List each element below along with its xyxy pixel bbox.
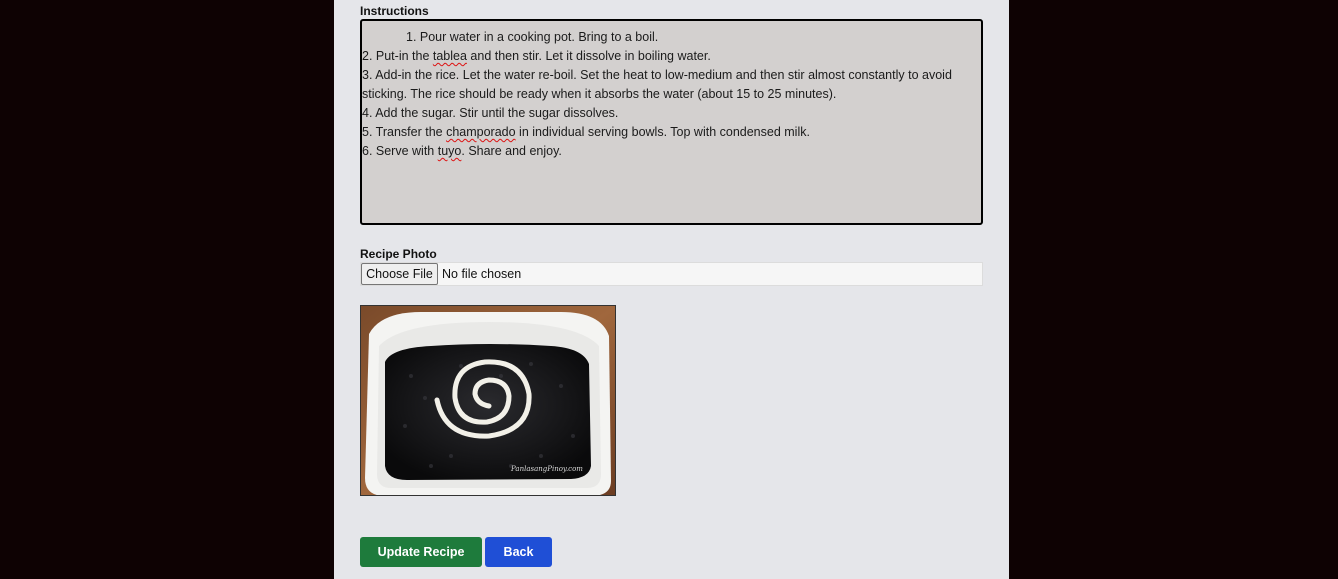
photo-watermark: PanlasangPinoy.com: [511, 465, 583, 473]
instruction-line-1: 1. Pour water in a cooking pot. Bring to…: [406, 30, 659, 44]
instruction-line-3: 3. Add-in the rice. Let the water re-boi…: [362, 68, 952, 82]
recipe-photo-label: Recipe Photo: [360, 247, 437, 261]
misspelled-word: tablea: [432, 49, 467, 63]
form-panel: Instructions 1. Pour water in a cooking …: [334, 0, 1009, 579]
instruction-line-4: 4. Add the sugar. Stir until the sugar d…: [362, 106, 619, 120]
file-input[interactable]: Choose File No file chosen: [360, 262, 983, 286]
choose-file-button[interactable]: Choose File: [361, 263, 438, 285]
instructions-label: Instructions: [360, 4, 429, 18]
instruction-line-2-text: 2. Put-in the tablea and then stir. Let …: [362, 49, 711, 63]
instruction-line-5: 5. Transfer the champorado in individual…: [362, 125, 810, 139]
misspelled-word: champorado: [446, 125, 516, 139]
misspelled-word: tuyo: [437, 144, 462, 158]
instructions-textarea[interactable]: 1. Pour water in a cooking pot. Bring to…: [360, 19, 983, 225]
instruction-line-2: 2. Put-in the tablea and then stir. Let …: [362, 47, 711, 66]
recipe-photo: PanlasangPinoy.com: [360, 305, 616, 496]
file-status-text: No file chosen: [442, 267, 522, 281]
back-button[interactable]: Back: [485, 537, 552, 567]
instruction-line-3b: sticking. The rice should be ready when …: [362, 87, 837, 101]
instruction-line-6: 6. Serve with tuyo. Share and enjoy.: [362, 144, 562, 158]
update-recipe-button[interactable]: Update Recipe: [360, 537, 482, 567]
